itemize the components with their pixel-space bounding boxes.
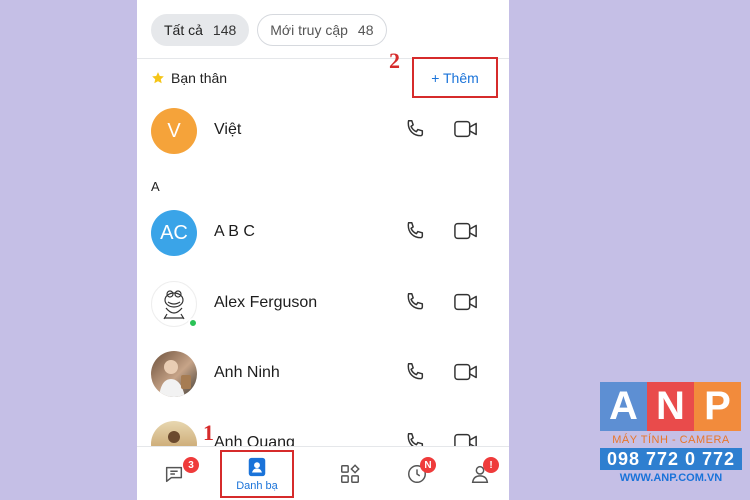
logo-letter: N <box>647 382 694 431</box>
filter-all-label: Tất cả <box>164 22 203 38</box>
logo-website: WWW.ANP.COM.VN <box>619 472 723 484</box>
avatar: AC <box>151 210 197 256</box>
add-favorite-button[interactable]: + Thêm <box>412 57 498 98</box>
filter-chips: Tất cả 148 Mới truy cập 48 <box>151 14 387 46</box>
phone-icon[interactable] <box>404 361 426 383</box>
tab-discover[interactable] <box>327 447 373 500</box>
messages-badge: 3 <box>183 457 199 473</box>
filter-all-count: 148 <box>212 22 237 38</box>
favorites-label: Bạn thân <box>171 70 228 86</box>
phone-icon[interactable] <box>404 220 426 242</box>
contact-name: Anh Ninh <box>214 364 280 381</box>
photo-avatar-icon <box>159 360 191 397</box>
filter-recent-label: Mới truy cập <box>270 22 348 38</box>
logo-phone: 098 772 0 772 <box>600 448 742 470</box>
chat-bubble-icon <box>165 466 183 483</box>
timeline-badge: N <box>420 457 436 473</box>
logo-subtitle: MÁY TÍNH - CAMERA <box>612 434 730 446</box>
avatar: V <box>151 108 197 154</box>
step-2-marker: 2 <box>389 48 400 73</box>
section-letter: A <box>151 179 160 194</box>
apps-grid-icon <box>341 464 360 483</box>
contact-row[interactable]: V Việt <box>137 97 509 167</box>
anp-logo: A N P MÁY TÍNH - CAMERA 098 772 0 772 WW… <box>600 382 742 484</box>
frog-cartoon-icon <box>163 290 185 320</box>
logo-letter: P <box>694 382 741 431</box>
favorites-header: Bạn thân <box>151 68 227 88</box>
tab-profile[interactable]: ! <box>457 447 503 500</box>
filter-all-chip[interactable]: Tất cả 148 <box>151 14 250 46</box>
contacts-tab-highlight <box>220 450 294 498</box>
bottom-navigation: 3 Danh bạ N ! <box>137 446 509 500</box>
video-camera-icon[interactable] <box>454 292 478 312</box>
logo-letter: A <box>600 382 647 431</box>
contact-name: A B C <box>214 223 255 240</box>
tab-messages[interactable]: 3 <box>151 447 199 500</box>
filter-recent-count: 48 <box>357 22 374 38</box>
avatar <box>151 351 197 397</box>
tab-timeline[interactable]: N <box>394 447 440 500</box>
video-camera-icon[interactable] <box>454 119 478 139</box>
filter-recent-chip[interactable]: Mới truy cập 48 <box>257 14 387 46</box>
contact-name: Alex Ferguson <box>214 294 318 311</box>
phone-icon[interactable] <box>404 291 426 313</box>
video-camera-icon[interactable] <box>454 221 478 241</box>
online-status-dot <box>188 318 198 328</box>
contact-row[interactable]: Alex Ferguson <box>137 270 509 340</box>
logo-letters: A N P <box>600 382 742 431</box>
star-icon <box>152 72 164 84</box>
phone-icon[interactable] <box>404 118 426 140</box>
step-1-marker: 1 <box>203 420 214 445</box>
video-camera-icon[interactable] <box>454 362 478 382</box>
profile-badge: ! <box>483 457 499 473</box>
contact-row[interactable]: Anh Ninh <box>137 340 509 410</box>
contact-row[interactable]: AC A B C <box>137 199 509 269</box>
contact-name: Việt <box>214 121 242 138</box>
contacts-screen: Tất cả 148 Mới truy cập 48 Bạn thân + Th… <box>137 0 509 500</box>
